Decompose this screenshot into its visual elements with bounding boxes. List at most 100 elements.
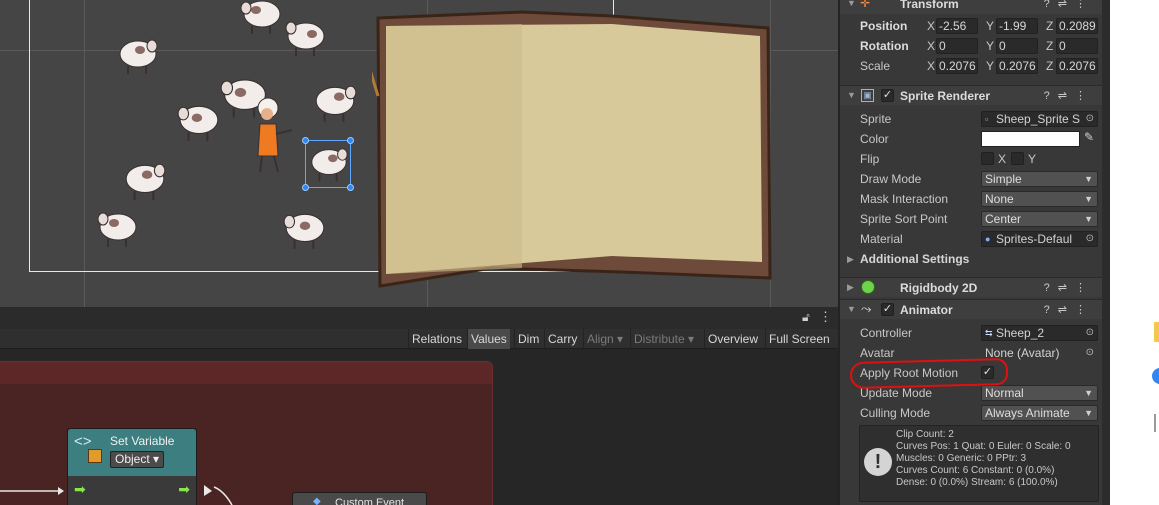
set-variable-header[interactable]: <> Set Variable Object ▾ xyxy=(68,429,196,476)
resize-handle[interactable] xyxy=(302,137,309,144)
culling-mode-value: Always Animate xyxy=(985,406,1070,420)
sheep-sprite[interactable] xyxy=(284,14,328,62)
info-icon: ! xyxy=(864,448,892,476)
component-menu-icons[interactable]: ?⇌⋮ xyxy=(1044,281,1094,294)
controller-field[interactable]: ⇆ Sheep_2 ⊙ xyxy=(981,325,1098,341)
position-x-field[interactable]: -2.56 xyxy=(936,18,978,34)
scene-view[interactable] xyxy=(0,0,838,307)
scale-y-field[interactable]: 0.2076 xyxy=(996,58,1038,74)
custom-event-node[interactable]: ◆ Custom Event xyxy=(292,492,427,505)
update-mode-dropdown[interactable]: Normal ▼ xyxy=(981,385,1098,401)
flip-y-label: Y xyxy=(1028,152,1037,166)
resize-handle[interactable] xyxy=(302,184,309,191)
graph-canvas[interactable]: <> Set Variable Object ▾ ➡ ➡ ◆ Custom Ev… xyxy=(0,349,838,505)
kebab-menu-icon[interactable]: ⋮ xyxy=(819,309,832,325)
flip-x-label: X xyxy=(998,152,1007,166)
flow-input-port-icon[interactable]: ➡ xyxy=(74,481,86,498)
rotation-x-field[interactable]: 0 xyxy=(936,38,978,54)
dim-button[interactable]: Dim xyxy=(514,329,542,349)
sheep-sprite[interactable] xyxy=(312,80,358,126)
full-screen-button[interactable]: Full Screen xyxy=(765,329,833,349)
set-variable-node[interactable]: <> Set Variable Object ▾ ➡ ➡ xyxy=(67,428,197,505)
animator-header[interactable]: ▼ ⤳ ✓ Animator ?⇌⋮ xyxy=(840,299,1102,319)
file-icon[interactable] xyxy=(1154,414,1159,432)
color-swatch[interactable] xyxy=(981,131,1080,147)
flip-y-checkbox[interactable] xyxy=(1011,152,1024,165)
additional-settings-foldout[interactable]: Additional Settings xyxy=(860,252,969,266)
align-dropdown[interactable]: Align ▾ xyxy=(583,329,626,349)
component-title: Animator xyxy=(900,303,953,317)
axis-x-label: X xyxy=(927,19,936,33)
transform-header[interactable]: ▼ ✛ Transform ?⇌⋮ xyxy=(840,0,1102,14)
variable-kind-dropdown[interactable]: Object ▾ xyxy=(110,451,165,468)
folder-icon[interactable] xyxy=(1154,322,1159,342)
position-z-field[interactable]: 0.2089 xyxy=(1056,18,1098,34)
sheep-sprite[interactable] xyxy=(282,206,328,254)
foldout-arrow-icon[interactable]: ▶ xyxy=(847,254,854,265)
scale-z-field[interactable]: 0.2076 xyxy=(1056,58,1098,74)
values-button[interactable]: Values xyxy=(467,329,510,349)
resize-handle[interactable] xyxy=(347,137,354,144)
distribute-dropdown[interactable]: Distribute ▾ xyxy=(630,329,697,349)
color-label: Color xyxy=(860,132,889,146)
axis-y-label: Y xyxy=(986,59,995,73)
sheep-sprite[interactable] xyxy=(240,0,284,36)
selection-rect[interactable] xyxy=(302,137,354,191)
node-group-header[interactable] xyxy=(0,362,492,384)
sheep-sprite[interactable] xyxy=(122,158,168,204)
foldout-arrow-icon[interactable]: ▼ xyxy=(847,304,856,314)
animator-enabled-checkbox[interactable]: ✓ xyxy=(881,303,894,316)
sheep-sprite[interactable] xyxy=(116,34,160,78)
object-picker-icon[interactable]: ⊙ xyxy=(1086,112,1094,126)
culling-mode-dropdown[interactable]: Always Animate ▼ xyxy=(981,405,1098,421)
axis-x-label: X xyxy=(927,39,936,53)
axis-y-label: Y xyxy=(986,39,995,53)
flow-output-port-icon[interactable]: ➡ xyxy=(178,481,190,498)
object-picker-icon[interactable]: ⊙ xyxy=(1086,232,1094,246)
distribute-label: Distribute xyxy=(634,332,685,346)
sheep-sprite[interactable] xyxy=(96,206,140,252)
foldout-arrow-icon[interactable]: ▼ xyxy=(847,0,856,8)
object-picker-icon[interactable]: ⊙ xyxy=(1086,326,1094,340)
sprite-renderer-header[interactable]: ▼ ▣ ✓ Sprite Renderer ?⇌⋮ xyxy=(840,85,1102,105)
rigidbody-icon xyxy=(861,280,875,294)
position-y-field[interactable]: -1.99 xyxy=(996,18,1038,34)
scale-x-field[interactable]: 0.2076 xyxy=(936,58,978,74)
sheep-sprite[interactable] xyxy=(176,98,222,146)
animator-info-text: Clip Count: 2 Curves Pos: 1 Quat: 0 Eule… xyxy=(896,429,1071,488)
rigidbody2d-header[interactable]: ▶ Rigidbody 2D ?⇌⋮ xyxy=(840,277,1102,297)
sprite-renderer-enabled-checkbox[interactable]: ✓ xyxy=(881,89,894,102)
event-icon: ◆ xyxy=(313,496,321,505)
shepherd-sprite[interactable] xyxy=(248,94,294,176)
eyedropper-icon[interactable]: ✎ xyxy=(1084,130,1094,144)
object-picker-icon[interactable]: ⊙ xyxy=(1086,346,1094,360)
foldout-arrow-icon[interactable]: ▶ xyxy=(847,282,854,293)
overview-button[interactable]: Overview xyxy=(704,329,761,349)
chevron-down-icon: ▼ xyxy=(1084,194,1093,204)
inspector-panel: ▼ ✛ Transform ?⇌⋮ Position X -2.56 Y -1.… xyxy=(838,0,1102,505)
flip-x-checkbox[interactable] xyxy=(981,152,994,165)
rotation-y-field[interactable]: 0 xyxy=(996,38,1038,54)
app-icon[interactable] xyxy=(1152,368,1159,384)
foldout-arrow-icon[interactable]: ▼ xyxy=(847,90,856,100)
rotation-z-field[interactable]: 0 xyxy=(1056,38,1098,54)
axis-z-label: Z xyxy=(1046,39,1054,53)
material-field[interactable]: ● Sprites-Defaul ⊙ xyxy=(981,231,1098,247)
carry-button[interactable]: Carry xyxy=(544,329,580,349)
component-menu-icons[interactable]: ?⇌⋮ xyxy=(1044,89,1094,102)
resize-handle[interactable] xyxy=(347,184,354,191)
relations-button[interactable]: Relations xyxy=(408,329,465,349)
component-menu-icons[interactable]: ?⇌⋮ xyxy=(1044,0,1094,10)
draw-mode-dropdown[interactable]: Simple ▼ xyxy=(981,171,1098,187)
lock-icon[interactable]: 🔓︎ xyxy=(802,310,810,325)
chevron-down-icon: ▾ xyxy=(617,332,624,346)
sprite-field[interactable]: ▫ Sheep_Sprite S ⊙ xyxy=(981,111,1098,127)
component-title: Rigidbody 2D xyxy=(900,281,978,295)
avatar-label: Avatar xyxy=(860,346,895,360)
mask-interaction-dropdown[interactable]: None ▼ xyxy=(981,191,1098,207)
sprite-sort-point-dropdown[interactable]: Center ▼ xyxy=(981,211,1098,227)
cube-icon xyxy=(88,449,102,463)
component-menu-icons[interactable]: ?⇌⋮ xyxy=(1044,303,1094,316)
axis-x-label: X xyxy=(927,59,936,73)
inspector-scrollbar[interactable] xyxy=(1102,0,1110,505)
